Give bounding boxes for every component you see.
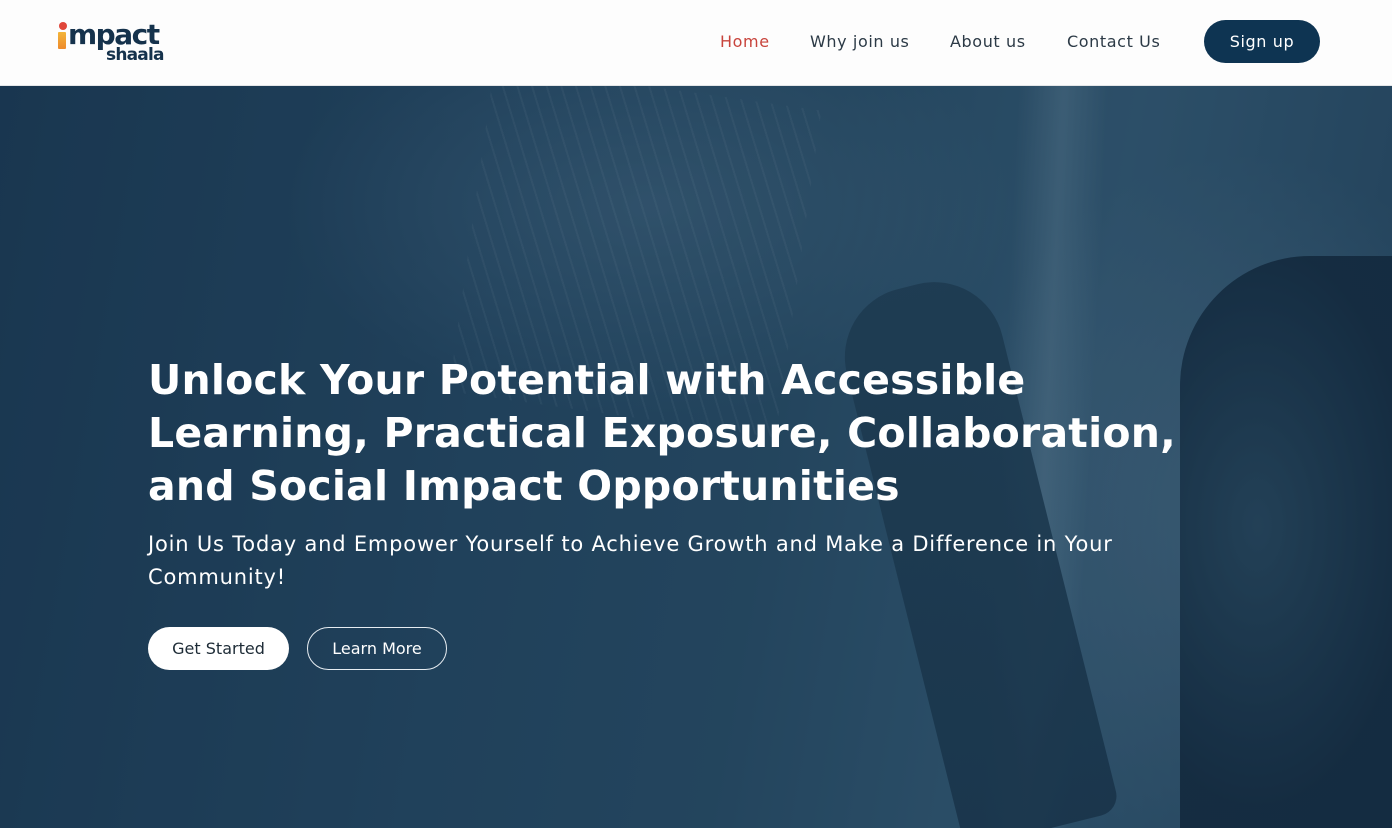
hero-title: Unlock Your Potential with Accessible Le… bbox=[148, 356, 1176, 510]
nav-why-join-us[interactable]: Why join us bbox=[810, 31, 910, 53]
hero-section: Unlock Your Potential with Accessible Le… bbox=[0, 86, 1392, 828]
main-nav: Home Why join us About us Contact Us Sig… bbox=[0, 0, 1392, 86]
nav-home[interactable]: Home bbox=[720, 31, 770, 53]
site-header: mpact shaala Home Why join us About us C… bbox=[0, 0, 1392, 86]
get-started-button[interactable]: Get Started bbox=[148, 627, 289, 670]
nav-contact-us[interactable]: Contact Us bbox=[1067, 31, 1160, 53]
signup-button[interactable]: Sign up bbox=[1204, 20, 1320, 63]
hero-subtitle: Join Us Today and Empower Yourself to Ac… bbox=[148, 532, 1113, 589]
nav-about-us[interactable]: About us bbox=[950, 31, 1026, 53]
learn-more-button[interactable]: Learn More bbox=[307, 627, 447, 670]
